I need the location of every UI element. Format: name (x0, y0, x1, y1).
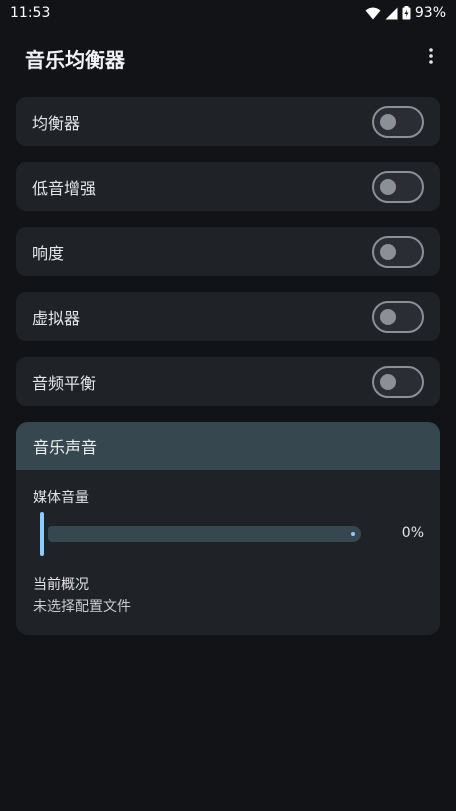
toggle-knob (380, 113, 396, 130)
equalizer-toggle[interactable] (372, 105, 424, 138)
equalizer-row[interactable]: 均衡器 (16, 97, 440, 146)
virtualizer-label: 虚拟器 (32, 308, 81, 328)
audio-balance-row[interactable]: 音频平衡 (16, 357, 440, 406)
toggle-knob (380, 243, 396, 260)
bass-boost-row[interactable]: 低音增强 (16, 162, 440, 211)
media-volume-slider-thumb[interactable] (40, 512, 44, 556)
media-volume-label: 媒体音量 (33, 490, 89, 506)
media-volume-slider-track[interactable] (48, 526, 361, 542)
signal-icon (385, 7, 398, 20)
slider-end-dot (351, 532, 355, 536)
loudness-row[interactable]: 响度 (16, 227, 440, 276)
audio-balance-label: 音频平衡 (32, 373, 97, 393)
bass-boost-label: 低音增强 (32, 178, 97, 198)
loudness-toggle[interactable] (372, 235, 424, 268)
virtualizer-toggle[interactable] (372, 300, 424, 333)
toggle-knob (380, 373, 396, 390)
battery-percent: 93% (414, 5, 446, 21)
equalizer-label: 均衡器 (32, 113, 81, 133)
media-volume-value: 0% (401, 525, 424, 541)
bass-boost-toggle[interactable] (372, 170, 424, 203)
wifi-icon (365, 7, 381, 20)
page-title: 音乐均衡器 (25, 47, 125, 72)
music-sound-card: 音乐声音 媒体音量 0% 当前概况 未选择配置文件 (16, 422, 440, 635)
current-profile-value: 未选择配置文件 (33, 599, 131, 615)
status-time: 11:53 (10, 5, 51, 21)
audio-balance-toggle[interactable] (372, 365, 424, 398)
current-profile-label: 当前概况 (33, 577, 89, 593)
toggle-knob (380, 178, 396, 195)
status-bar: 11:53 93% (0, 0, 456, 26)
loudness-label: 响度 (32, 243, 65, 263)
music-sound-header[interactable]: 音乐声音 (16, 422, 440, 470)
more-options-button[interactable] (420, 44, 442, 72)
more-vertical-icon (429, 48, 433, 68)
virtualizer-row[interactable]: 虚拟器 (16, 292, 440, 341)
music-sound-body: 媒体音量 0% 当前概况 未选择配置文件 (16, 470, 440, 635)
battery-icon (402, 6, 411, 20)
app-bar: 音乐均衡器 (0, 36, 456, 80)
toggle-knob (380, 308, 396, 325)
status-icons: 93% (365, 5, 446, 21)
